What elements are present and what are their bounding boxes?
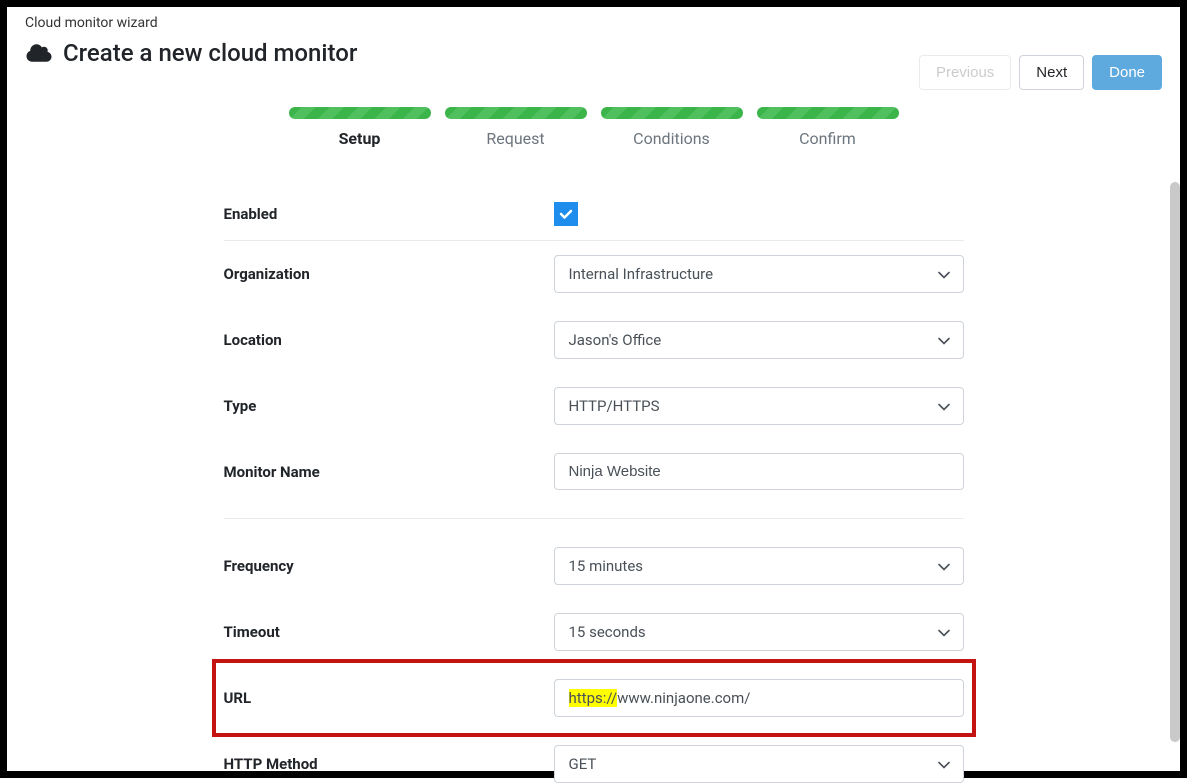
row-http-method: HTTP Method GET [224,731,964,783]
label-type: Type [224,397,554,415]
next-button[interactable]: Next [1019,55,1084,90]
step-conditions[interactable]: Conditions [601,107,743,148]
label-location: Location [224,331,554,349]
label-enabled: Enabled [224,205,554,223]
step-label: Setup [289,129,431,148]
label-url: URL [224,689,554,707]
step-request[interactable]: Request [445,107,587,148]
label-organization: Organization [224,265,554,283]
header-buttons: Previous Next Done [919,55,1162,90]
url-scheme-highlight: https:// [569,689,618,707]
step-label: Confirm [757,129,899,148]
label-http-method: HTTP Method [224,755,554,773]
row-location: Location Jason's Office [224,307,964,373]
page-title: Create a new cloud monitor [63,39,357,67]
check-icon [558,206,574,222]
url-host: www.ninjaone.com/ [617,689,750,707]
row-frequency: Frequency 15 minutes [224,533,964,599]
wizard-steps: Setup Request Conditions Confirm [25,107,1162,148]
timeout-select[interactable]: 15 seconds [554,613,964,651]
organization-select[interactable]: Internal Infrastructure [554,255,964,293]
step-bar [289,107,431,119]
step-bar [601,107,743,119]
row-monitor-name: Monitor Name [224,439,964,504]
setup-form: Enabled Organization Internal Infrastruc… [224,188,964,783]
http-method-select[interactable]: GET [554,745,964,783]
previous-button: Previous [919,55,1011,90]
cloud-icon [25,43,53,63]
row-enabled: Enabled [224,188,964,241]
label-frequency: Frequency [224,557,554,575]
label-monitor-name: Monitor Name [224,463,554,481]
breadcrumb: Cloud monitor wizard [25,15,1162,31]
row-organization: Organization Internal Infrastructure [224,241,964,307]
enabled-checkbox[interactable] [554,202,578,226]
step-label: Request [445,129,587,148]
row-type: Type HTTP/HTTPS [224,373,964,439]
monitor-name-input[interactable] [554,453,964,490]
row-url: URL https://www.ninjaone.com/ [224,665,964,731]
step-label: Conditions [601,129,743,148]
done-button[interactable]: Done [1092,55,1162,90]
step-bar [445,107,587,119]
location-select[interactable]: Jason's Office [554,321,964,359]
step-bar [757,107,899,119]
step-confirm[interactable]: Confirm [757,107,899,148]
row-timeout: Timeout 15 seconds [224,599,964,665]
step-setup[interactable]: Setup [289,107,431,148]
label-timeout: Timeout [224,623,554,641]
url-input[interactable]: https://www.ninjaone.com/ [554,679,964,717]
frequency-select[interactable]: 15 minutes [554,547,964,585]
type-select[interactable]: HTTP/HTTPS [554,387,964,425]
scrollbar-thumb[interactable] [1170,182,1180,742]
